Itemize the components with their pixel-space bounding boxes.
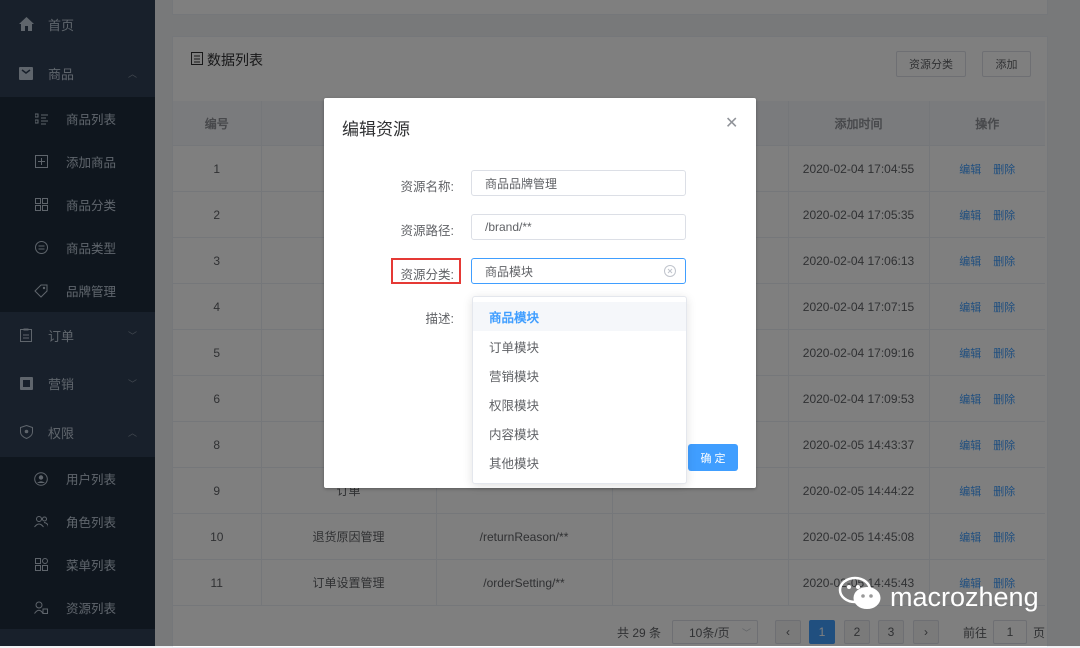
option-content[interactable]: 内容模块 [473, 419, 686, 448]
wechat-icon [838, 576, 884, 619]
resource-name-input[interactable]: 商品品牌管理 [471, 170, 686, 196]
option-product[interactable]: 商品模块 [473, 302, 686, 331]
resource-category-select[interactable]: 商品模块 [471, 258, 686, 284]
close-icon[interactable]: ✕ [725, 113, 738, 133]
dialog-title: 编辑资源 [342, 120, 410, 139]
description-label: 描述: [425, 312, 454, 326]
watermark: macrozheng [838, 576, 1039, 619]
confirm-button[interactable]: 确 定 [688, 444, 738, 471]
clear-icon[interactable] [664, 265, 676, 280]
option-permission[interactable]: 权限模块 [473, 390, 686, 419]
watermark-text: macrozheng [890, 582, 1039, 612]
option-other[interactable]: 其他模块 [473, 448, 686, 477]
resource-path-input[interactable]: /brand/** [471, 214, 686, 240]
resource-category-value: 商品模块 [485, 264, 534, 279]
category-dropdown: 商品模块 订单模块 营销模块 权限模块 内容模块 其他模块 [472, 296, 687, 484]
option-order[interactable]: 订单模块 [473, 332, 686, 361]
resource-name-label: 资源名称: [400, 180, 454, 194]
highlight-box [391, 258, 461, 284]
resource-path-label: 资源路径: [400, 224, 454, 238]
option-marketing[interactable]: 营销模块 [473, 361, 686, 390]
